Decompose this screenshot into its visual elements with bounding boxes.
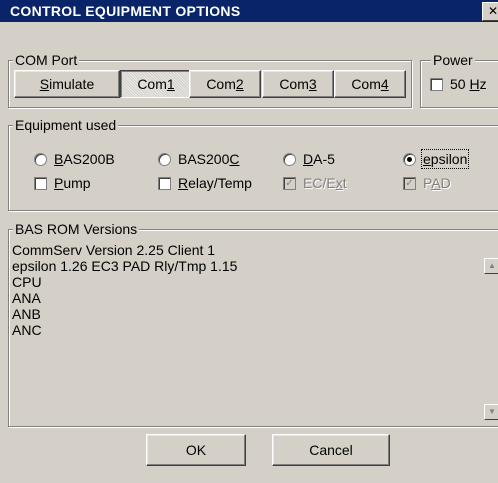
scroll-down-arrow-icon[interactable]: ▼ bbox=[484, 404, 498, 420]
com-port-legend: COM Port bbox=[13, 52, 80, 68]
rom-line: CPU bbox=[12, 274, 42, 290]
rom-line: epsilon 1.26 EC3 PAD Rly/Tmp 1.15 bbox=[12, 258, 238, 274]
title-bar: CONTROL EQUIPMENT OPTIONS ✕ bbox=[0, 0, 498, 22]
check-relay-temp[interactable]: Relay/Temp bbox=[158, 175, 252, 191]
radio-da5[interactable]: DA-5 bbox=[283, 151, 335, 167]
check-pump-label: Pump bbox=[54, 175, 91, 191]
com3-button[interactable]: Com3 bbox=[262, 70, 334, 98]
check-pad: ✓ PAD bbox=[403, 175, 451, 191]
check-relay-temp-label: Relay/Temp bbox=[178, 175, 252, 191]
radio-bas200b-label: BAS200B bbox=[54, 151, 115, 167]
scroll-up-arrow-icon[interactable]: ▲ bbox=[484, 258, 498, 274]
rom-versions-text[interactable]: CommServ Version 2.25 Client 1 epsilon 1… bbox=[12, 242, 482, 338]
radio-da5-label: DA-5 bbox=[303, 151, 335, 167]
radio-epsilon-label: epsilon bbox=[420, 149, 470, 169]
dialog-body: COM Port Simulate Com1 Com2 Com3 Com4 Po… bbox=[0, 22, 498, 483]
close-icon[interactable]: ✕ bbox=[482, 2, 498, 21]
check-pump[interactable]: Pump bbox=[34, 175, 91, 191]
com4-button[interactable]: Com4 bbox=[334, 70, 406, 98]
radio-bas200c-label: BAS200C bbox=[178, 151, 240, 167]
rom-versions-legend: BAS ROM Versions bbox=[13, 221, 140, 237]
check-relay-temp-box[interactable] bbox=[158, 176, 171, 190]
rom-line: ANC bbox=[12, 322, 42, 338]
radio-bas200b-indicator[interactable] bbox=[34, 152, 47, 166]
radio-da5-indicator[interactable] bbox=[283, 152, 296, 166]
power-50hz-checkbox[interactable]: 50 Hz bbox=[430, 76, 487, 92]
power-legend: Power bbox=[431, 52, 475, 68]
rom-line: ANA bbox=[12, 290, 41, 306]
radio-epsilon[interactable]: epsilon bbox=[403, 149, 470, 169]
com1-button[interactable]: Com1 bbox=[120, 70, 192, 98]
window-title: CONTROL EQUIPMENT OPTIONS bbox=[10, 3, 241, 19]
rom-line: ANB bbox=[12, 306, 41, 322]
cancel-button[interactable]: Cancel bbox=[272, 434, 390, 466]
checkbox-50hz[interactable] bbox=[430, 77, 443, 91]
equipment-group: Equipment used bbox=[8, 117, 498, 211]
radio-bas200c[interactable]: BAS200C bbox=[158, 151, 240, 167]
radio-epsilon-indicator[interactable] bbox=[403, 152, 416, 166]
check-pad-label: PAD bbox=[423, 175, 451, 191]
radio-bas200b[interactable]: BAS200B bbox=[34, 151, 115, 167]
radio-bas200c-indicator[interactable] bbox=[158, 152, 171, 166]
check-ec-ext: ✓ EC/Ext bbox=[283, 175, 347, 191]
checkbox-50hz-label: 50 Hz bbox=[450, 76, 487, 92]
rom-line: CommServ Version 2.25 Client 1 bbox=[12, 242, 216, 258]
com2-button[interactable]: Com2 bbox=[189, 70, 261, 98]
ok-button[interactable]: OK bbox=[146, 434, 246, 466]
equipment-legend: Equipment used bbox=[13, 117, 119, 133]
simulate-button[interactable]: Simulate bbox=[14, 70, 120, 98]
check-pump-box[interactable] bbox=[34, 176, 47, 190]
check-ec-ext-box: ✓ bbox=[283, 176, 296, 190]
check-ec-ext-label: EC/Ext bbox=[303, 175, 347, 191]
check-pad-box: ✓ bbox=[403, 176, 416, 190]
